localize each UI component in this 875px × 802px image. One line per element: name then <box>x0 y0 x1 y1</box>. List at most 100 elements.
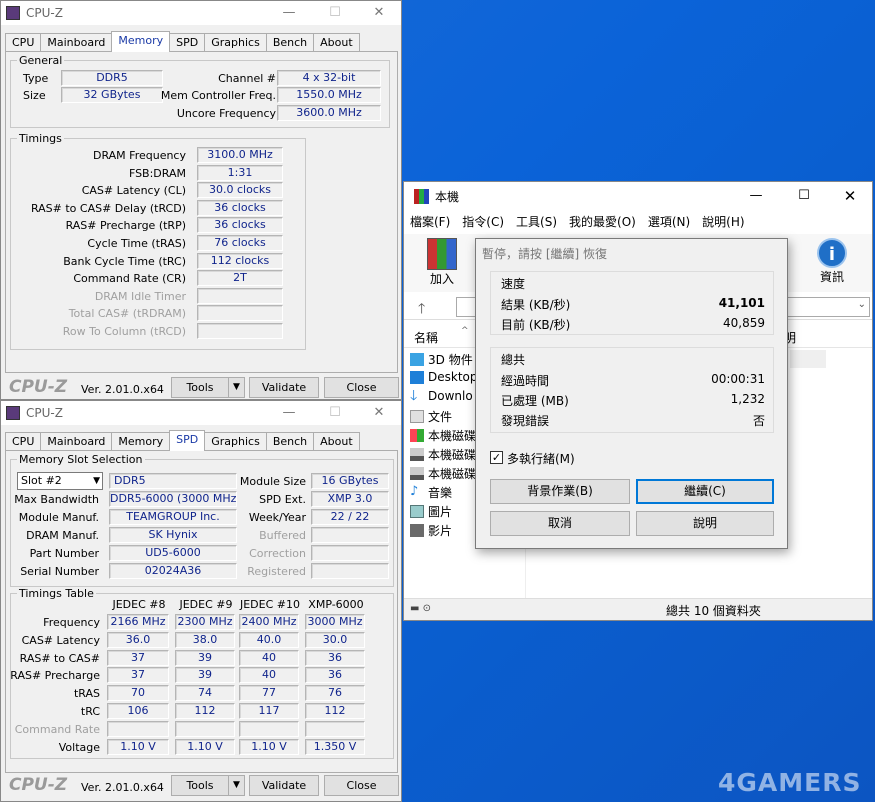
tab-memory[interactable]: Memory <box>111 31 171 52</box>
tab-mainboard[interactable]: Mainboard <box>40 432 113 451</box>
close-button[interactable]: ✕ <box>357 401 401 425</box>
minimize-button[interactable]: — <box>267 401 311 425</box>
tab-cpu[interactable]: CPU <box>5 432 42 451</box>
timing-label: DRAM Frequency <box>92 149 186 162</box>
tab-mainboard[interactable]: Mainboard <box>40 33 113 52</box>
help-button[interactable]: 說明 <box>636 511 774 536</box>
menu-favorites[interactable]: 我的最愛(O) <box>563 210 642 232</box>
tools-button[interactable]: Tools <box>171 377 229 398</box>
list-item[interactable]: 本機磁碟 <box>410 427 476 444</box>
maximize-button[interactable]: ☐ <box>313 1 357 25</box>
list-item[interactable]: 本機磁碟 <box>410 446 476 463</box>
menu-bar: 檔案(F) 指令(C) 工具(S) 我的最愛(O) 選項(N) 說明(H) <box>404 210 872 232</box>
minimize-button[interactable]: — <box>734 182 778 206</box>
3d-objects-icon <box>410 353 424 366</box>
list-item[interactable]: 影片 <box>410 522 452 539</box>
tools-dropdown-icon[interactable]: ▼ <box>228 377 245 398</box>
list-item[interactable]: ♪ 音樂 <box>410 484 452 501</box>
list-item[interactable]: 圖片 <box>410 503 452 520</box>
uncore-label: Uncore Frequency <box>176 107 276 120</box>
table-cell <box>107 720 169 737</box>
tab-about[interactable]: About <box>313 432 360 451</box>
maximize-button[interactable]: ☐ <box>782 182 826 206</box>
column-header: XMP-6000 <box>308 598 364 611</box>
tab-spd[interactable]: SPD <box>169 33 206 52</box>
total-label: 總共 <box>501 353 526 367</box>
timings-table-group: Timings Table JEDEC #8 JEDEC #9 JEDEC #10 X… <box>10 587 394 759</box>
chevron-down-icon[interactable]: ⌄ <box>858 299 866 310</box>
add-button[interactable]: 加入 <box>422 238 462 287</box>
table-cell: 40.0 <box>239 631 299 648</box>
module-size-label: Module Size <box>239 475 306 488</box>
timing-label: Cycle Time (tRAS) <box>87 237 186 250</box>
list-item[interactable]: 文件 <box>410 408 452 425</box>
row-label: RAS# Precharge <box>10 669 100 683</box>
spd-page: Memory Slot Selection Slot #2 ▼ DDR5 Mod… <box>5 450 398 773</box>
tab-graphics[interactable]: Graphics <box>204 33 267 52</box>
elapsed-label: 經過時間 <box>501 374 550 388</box>
validate-button[interactable]: Validate <box>249 775 319 796</box>
tools-dropdown-icon[interactable]: ▼ <box>228 775 245 796</box>
menu-tools[interactable]: 工具(S) <box>510 210 563 232</box>
close-button[interactable]: ✕ <box>357 1 401 25</box>
minimize-button[interactable]: — <box>267 1 311 25</box>
list-item[interactable]: Desktop <box>410 370 478 384</box>
menu-help[interactable]: 說明(H) <box>696 210 750 232</box>
timing-label: Total CAS# (tRDRAM) <box>68 307 186 321</box>
menu-file[interactable]: 檔案(F) <box>404 210 456 232</box>
list-item[interactable]: 🡓 Downlo <box>410 389 473 404</box>
validate-button[interactable]: Validate <box>249 377 319 398</box>
table-cell: 38.0 <box>175 631 235 648</box>
row-label: Command Rate <box>14 722 100 736</box>
buffered-label: Buffered <box>259 529 306 542</box>
titlebar: CPU-Z — ☐ ✕ <box>1 1 401 25</box>
titlebar: CPU-Z — ☐ ✕ <box>1 401 401 425</box>
tools-button[interactable]: Tools <box>171 775 229 796</box>
buffered-value <box>311 527 389 543</box>
table-cell: 2300 MHz <box>175 614 235 630</box>
slot-select[interactable]: Slot #2 ▼ <box>17 472 103 490</box>
serial-number-label: Serial Number <box>20 565 99 578</box>
window-title: CPU-Z <box>26 406 63 420</box>
drive-icon <box>410 448 424 461</box>
table-cell: 1.10 V <box>239 738 299 755</box>
up-arrow-icon[interactable]: 🡑 <box>418 298 425 322</box>
tab-bench[interactable]: Bench <box>265 432 315 451</box>
list-item[interactable]: 3D 物件 <box>410 351 473 368</box>
timing-value: 2T <box>197 270 283 287</box>
tab-cpu[interactable]: CPU <box>5 33 42 52</box>
column-header: JEDEC #9 <box>179 598 233 611</box>
current-value: 40,859 <box>723 316 765 330</box>
multithread-checkbox[interactable]: ✓ <box>490 451 503 464</box>
documents-icon <box>410 410 424 423</box>
menu-options[interactable]: 選項(N) <box>642 210 696 232</box>
maximize-button[interactable]: ☐ <box>313 401 357 425</box>
table-cell: 30.0 <box>305 631 365 648</box>
list-item[interactable]: 本機磁碟 <box>410 465 476 482</box>
tab-memory[interactable]: Memory <box>111 432 171 451</box>
version-text: Ver. 2.01.0.x64 <box>81 383 164 396</box>
cpuz-app-icon <box>6 406 20 420</box>
module-manuf-value: TEAMGROUP Inc. <box>109 509 237 525</box>
table-cell: 77 <box>239 685 299 702</box>
mem-controller-label: Mem Controller Freq. <box>160 89 276 102</box>
close-window-button[interactable]: Close <box>324 775 399 796</box>
continue-button[interactable]: 繼續(C) <box>636 479 774 504</box>
tab-spd[interactable]: SPD <box>169 430 206 451</box>
table-cell: 112 <box>175 703 235 719</box>
videos-icon <box>410 524 424 537</box>
menu-commands[interactable]: 指令(C) <box>456 210 510 232</box>
cancel-button[interactable]: 取消 <box>490 511 630 536</box>
timing-value: 1:31 <box>197 164 283 181</box>
background-button[interactable]: 背景作業(B) <box>490 479 630 504</box>
info-button[interactable]: i 資訊 <box>812 238 852 285</box>
tab-graphics[interactable]: Graphics <box>204 432 267 451</box>
tab-bench[interactable]: Bench <box>265 33 315 52</box>
close-window-button[interactable]: Close <box>324 377 399 398</box>
table-cell: 2400 MHz <box>239 614 299 630</box>
column-header: JEDEC #10 <box>239 598 300 611</box>
tab-about[interactable]: About <box>313 33 360 52</box>
name-column-header[interactable]: 名稱 <box>414 329 438 346</box>
close-button[interactable]: ✕ <box>828 182 872 206</box>
titlebar: 本機 — ☐ ✕ <box>404 182 872 210</box>
